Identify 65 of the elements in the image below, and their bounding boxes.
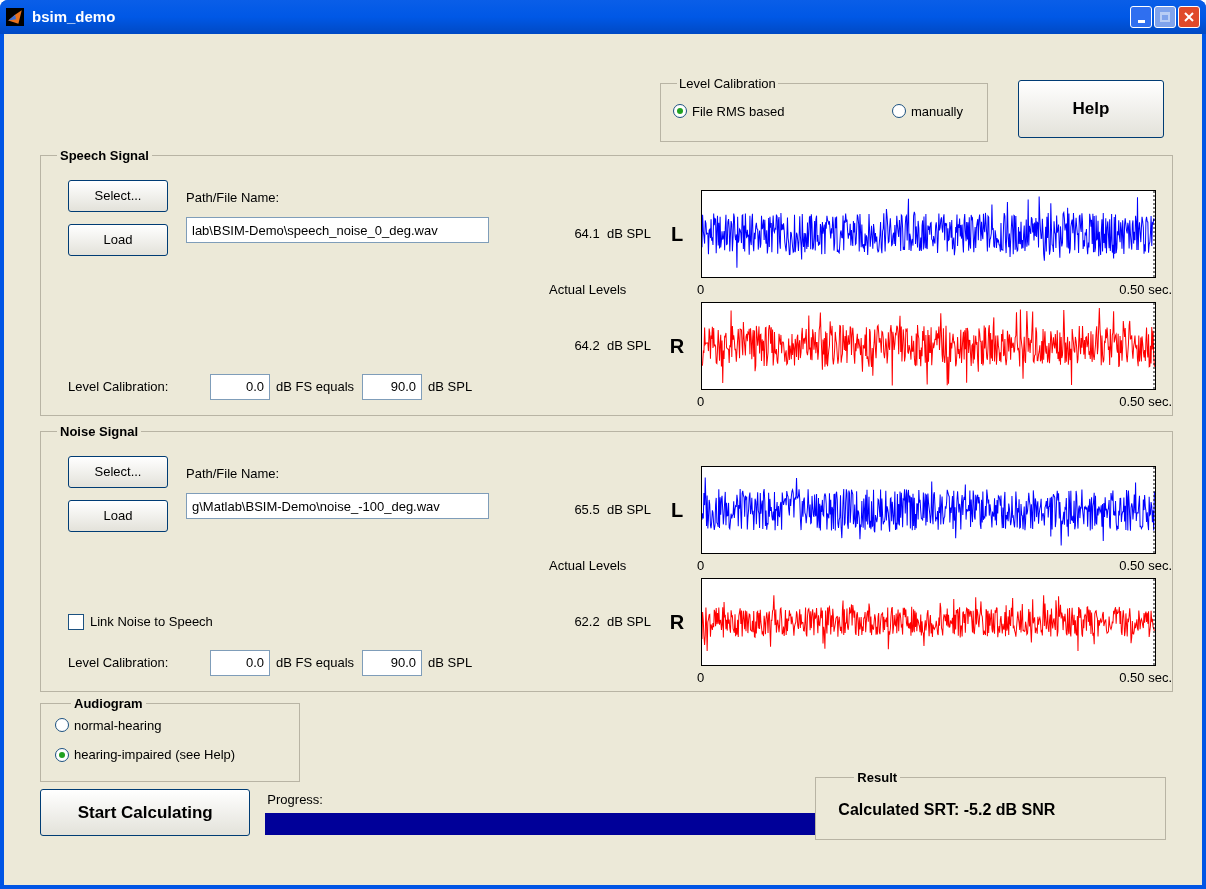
level-reading: 62.2 dB SPL (573, 612, 652, 631)
group-title: Level Calibration (678, 75, 777, 93)
panel-title: Speech Signal (59, 147, 150, 165)
load-button[interactable]: Load (68, 499, 168, 532)
axis-label: 0 (697, 280, 705, 299)
level-reading: 64.2 dB SPL (573, 336, 652, 355)
minimize-button[interactable] (1130, 6, 1152, 28)
channel-letter: R (668, 333, 686, 359)
progress-label: Progress: (267, 790, 324, 809)
radio-label: hearing-impaired (see Help) (74, 746, 236, 764)
radio-button[interactable] (673, 104, 687, 119)
text-field[interactable]: 0.0 (210, 649, 270, 676)
close-button[interactable] (1178, 6, 1200, 28)
panel-title: Noise Signal (59, 423, 140, 441)
radio-label: manually (910, 102, 963, 121)
unit-label: dB FS equals (276, 377, 355, 396)
field-label: Level Calibration: (68, 653, 170, 672)
axis-label: 0 (697, 556, 705, 575)
text-field[interactable]: lab\BSIM-Demo\speech_noise_0_deg.wav (186, 217, 489, 243)
window-title: bsim_demo (32, 6, 116, 27)
actual-levels-label: Actual Levels (549, 557, 627, 573)
radio-label: File RMS based (692, 102, 785, 121)
text-field[interactable]: 90.0 (362, 649, 423, 676)
radio-label: normal-hearing (74, 716, 162, 735)
radio-option[interactable]: normal-hearing (55, 715, 285, 735)
level-reading: 65.5 dB SPL (573, 500, 652, 519)
axis-label: 0.50 sec. (1119, 392, 1172, 411)
unit-label: dB SPL (428, 377, 473, 396)
channel-letter: L (669, 497, 685, 523)
radio-button[interactable] (55, 718, 69, 733)
field-label: Level Calibration: (68, 377, 170, 396)
axis-label: 0.50 sec. (1119, 668, 1172, 687)
unit-label: dB SPL (428, 653, 473, 672)
axis-label: 0 (697, 668, 705, 687)
result-text: Calculated SRT: -5.2 dB SNR (838, 799, 1057, 820)
axis-label: 0.50 sec. (1119, 556, 1172, 575)
channel-letter: R (668, 609, 686, 635)
load-button[interactable]: Load (68, 223, 168, 256)
radio-button[interactable] (891, 104, 906, 119)
axis-label: 0 (697, 392, 705, 411)
text-field[interactable]: 90.0 (362, 373, 423, 400)
radio-button[interactable] (55, 747, 69, 762)
close-icon (1184, 12, 1194, 22)
level-reading: 64.1 dB SPL (573, 224, 652, 243)
checkbox-label: Link Noise to Speech (90, 613, 213, 631)
select-button[interactable]: Select... (68, 179, 168, 212)
radio-option[interactable]: File RMS based (673, 101, 785, 121)
start-calculating-button[interactable]: Start Calculating (40, 789, 251, 836)
group-title: Audiogram (73, 695, 144, 713)
radio-option[interactable]: manually (891, 101, 963, 121)
checkbox[interactable] (68, 613, 84, 630)
unit-label: dB FS equals (276, 653, 355, 672)
actual-levels-label: Actual Levels (549, 281, 627, 297)
checkbox-option[interactable]: Link Noise to Speech (68, 612, 541, 632)
channel-letter: L (669, 221, 685, 247)
field-label: Path/File Name: (186, 188, 281, 207)
select-button[interactable]: Select... (68, 455, 168, 488)
group-title: Result (856, 769, 899, 787)
axis-label: 0.50 sec. (1119, 280, 1172, 299)
field-label: Path/File Name: (186, 464, 281, 483)
radio-option[interactable]: hearing-impaired (see Help) (55, 745, 285, 765)
text-field[interactable]: 0.0 (210, 373, 270, 400)
help-button[interactable]: Help (1018, 80, 1164, 138)
text-field[interactable]: g\Matlab\BSIM-Demo\noise_-100_deg.wav (186, 493, 489, 519)
app-logo-icon (6, 8, 24, 26)
